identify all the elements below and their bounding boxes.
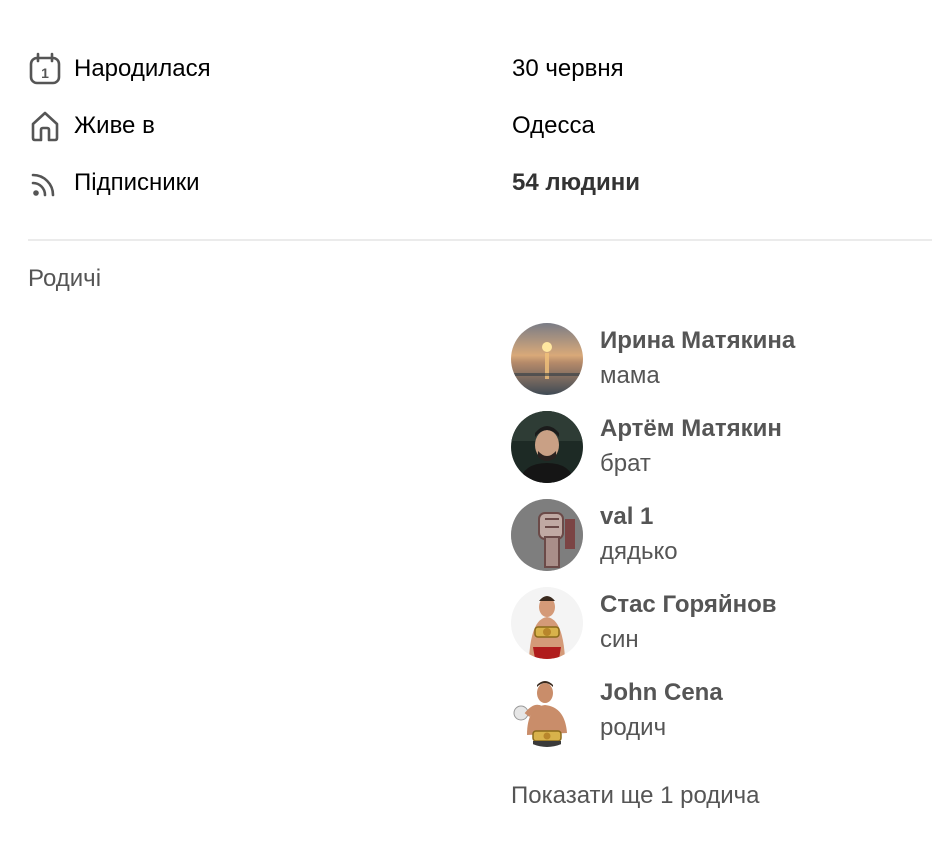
info-lives-row: Живе в Одесса bbox=[28, 106, 908, 146]
avatar[interactable] bbox=[511, 499, 583, 571]
relative-role: мама bbox=[600, 362, 660, 389]
relative-name[interactable]: Стас Горяйнов bbox=[600, 588, 777, 622]
relative-item[interactable]: John Cena родич bbox=[511, 674, 911, 748]
show-more-relatives-link[interactable]: Показати ще 1 родича bbox=[511, 782, 760, 810]
relative-role: родич bbox=[600, 714, 667, 741]
relative-role: син bbox=[600, 626, 639, 653]
calendar-icon: 1 bbox=[28, 52, 62, 86]
avatar[interactable] bbox=[511, 587, 583, 659]
relative-name[interactable]: Артём Матякин bbox=[600, 412, 782, 446]
relative-item[interactable]: Ирина Матякина мама bbox=[511, 322, 911, 396]
home-icon bbox=[28, 109, 62, 143]
followers-label: Підписники bbox=[74, 169, 200, 196]
avatar[interactable] bbox=[511, 323, 583, 395]
relative-item[interactable]: Артём Матякин брат bbox=[511, 410, 911, 484]
relative-name[interactable]: Ирина Матякина bbox=[600, 324, 795, 358]
lives-label: Живе в bbox=[74, 112, 155, 139]
followers-value[interactable]: 54 людини bbox=[512, 169, 640, 197]
section-divider bbox=[28, 239, 932, 241]
relative-name[interactable]: John Cena bbox=[600, 676, 723, 710]
avatar[interactable] bbox=[511, 675, 583, 747]
born-value: 30 червня bbox=[512, 55, 624, 82]
relative-role: дядько bbox=[600, 538, 678, 565]
avatar[interactable] bbox=[511, 411, 583, 483]
lives-value[interactable]: Одесса bbox=[512, 112, 595, 140]
rss-icon bbox=[28, 166, 62, 200]
born-label: Народилася bbox=[74, 55, 211, 82]
info-followers-row: Підписники 54 людини bbox=[28, 163, 908, 203]
relative-name[interactable]: val 1 bbox=[600, 500, 678, 534]
info-born-row: 1 Народилася 30 червня bbox=[28, 49, 908, 89]
relative-item[interactable]: Стас Горяйнов син bbox=[511, 586, 911, 660]
svg-text:1: 1 bbox=[41, 65, 49, 81]
relative-item[interactable]: val 1 дядько bbox=[511, 498, 911, 572]
relatives-title: Родичі bbox=[28, 265, 102, 292]
relative-role: брат bbox=[600, 450, 651, 477]
